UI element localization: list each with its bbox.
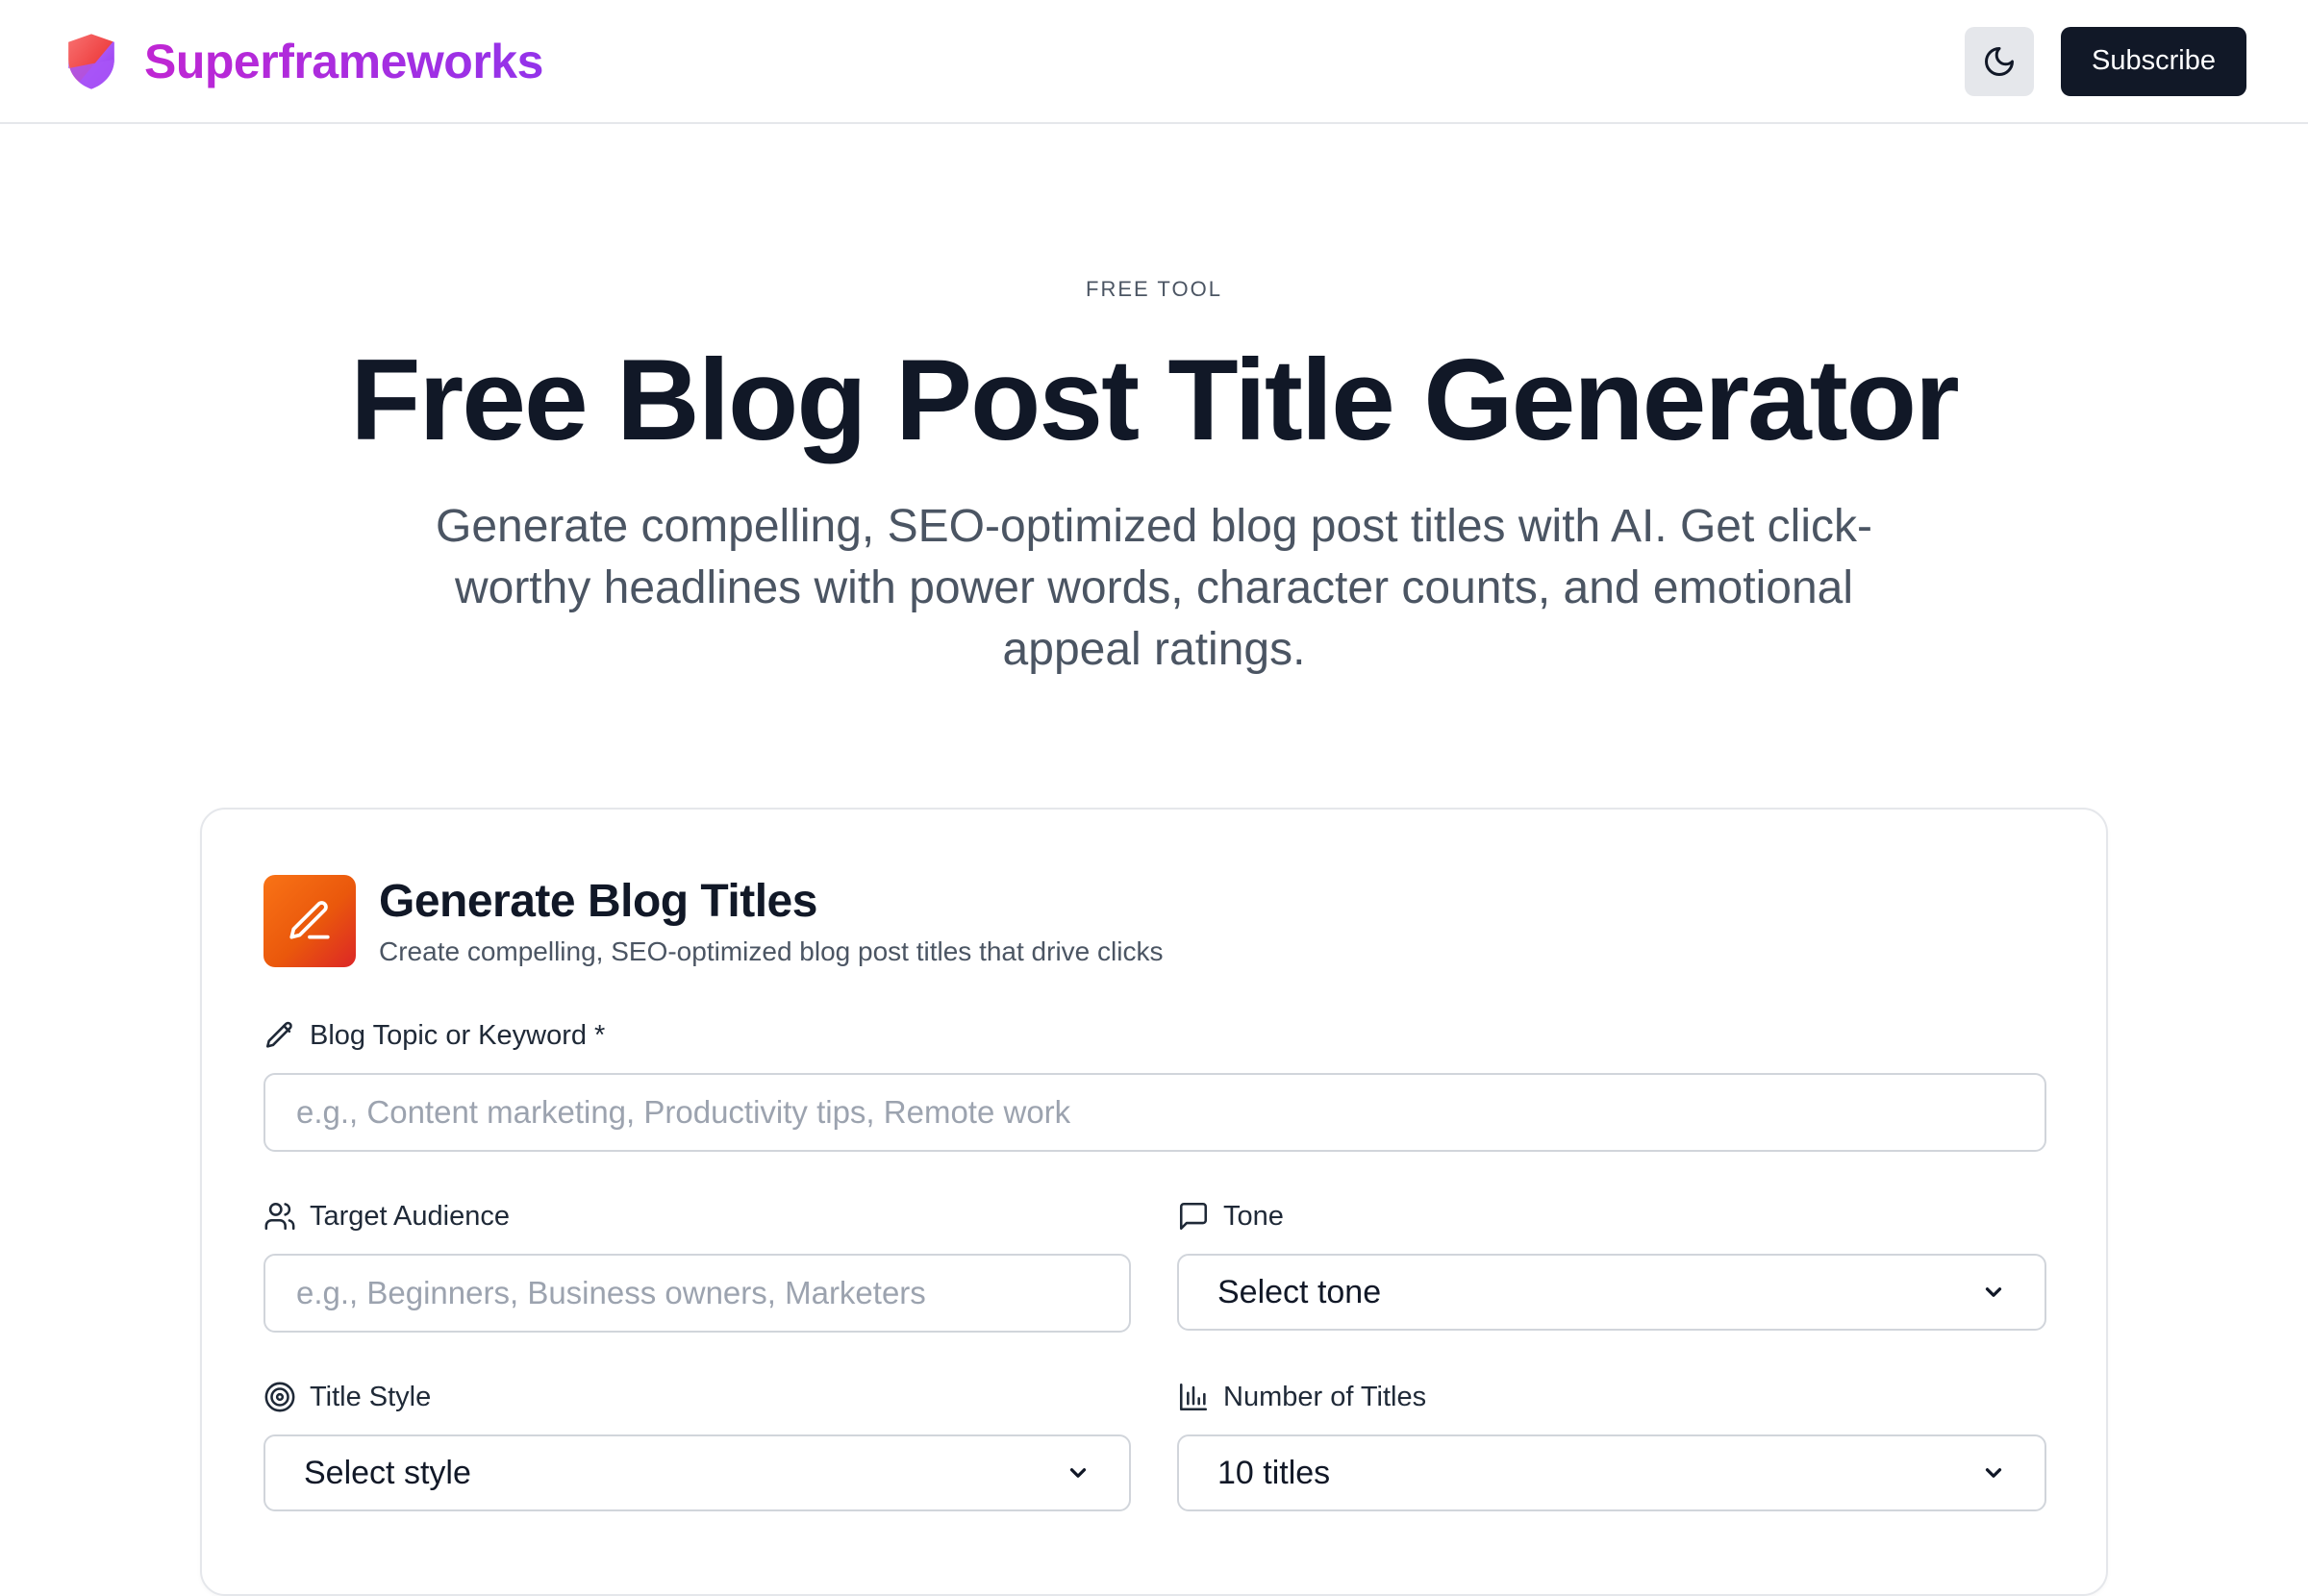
audience-label-text: Target Audience [310, 1200, 510, 1232]
count-select-value: 10 titles [1217, 1454, 1331, 1491]
tone-label: Tone [1177, 1200, 1284, 1233]
pen-icon [289, 901, 330, 939]
card-heading-group: Generate Blog Titles Create compelling, … [379, 875, 1163, 967]
count-label-text: Number of Titles [1223, 1381, 1427, 1412]
style-label: Title Style [263, 1381, 431, 1413]
brand-name: Superframeworks [144, 34, 543, 88]
header-actions: Subscribe [1965, 26, 2246, 96]
site-header: Superframeworks Subscribe [0, 0, 2308, 124]
topic-label: Blog Topic or Keyword * [263, 1019, 605, 1052]
chevron-down-icon [1985, 1287, 2002, 1297]
hero-subtitle: Generate compelling, SEO-optimized blog … [436, 501, 1872, 675]
bar-chart-icon [1179, 1383, 1208, 1411]
chevron-down-icon [1069, 1468, 1087, 1478]
moon-icon [1985, 46, 2015, 76]
generator-card: Generate Blog Titles Create compelling, … [200, 808, 2108, 1596]
users-icon [264, 1202, 295, 1231]
card-title: Generate Blog Titles [379, 876, 817, 927]
topic-input[interactable] [263, 1073, 2046, 1152]
page-title: Free Blog Post Title Generator [350, 336, 1960, 464]
count-label: Number of Titles [1177, 1381, 1426, 1413]
subscribe-button[interactable]: Subscribe [2061, 26, 2246, 96]
chevron-down-icon [1985, 1468, 2002, 1478]
style-select-value: Select style [304, 1454, 471, 1491]
card-description: Create compelling, SEO-optimized blog po… [379, 936, 1164, 966]
hero-eyebrow: FREE TOOL [1086, 277, 1222, 301]
message-square-icon [1179, 1202, 1208, 1231]
card-header: Generate Blog Titles Create compelling, … [263, 875, 1163, 967]
style-label-text: Title Style [310, 1381, 432, 1412]
count-select[interactable]: 10 titles [1177, 1434, 2046, 1511]
style-select[interactable]: Select style [263, 1434, 1131, 1511]
card-icon [263, 875, 356, 967]
tone-label-text: Tone [1223, 1200, 1284, 1232]
target-icon [264, 1382, 295, 1412]
brand[interactable]: Superframeworks [63, 32, 543, 91]
tone-select-value: Select tone [1217, 1273, 1382, 1310]
theme-toggle-button[interactable] [1965, 26, 2035, 96]
pencil-icon [265, 1021, 292, 1048]
audience-label: Target Audience [263, 1200, 510, 1233]
topic-label-text: Blog Topic or Keyword * [310, 1019, 606, 1051]
tone-select[interactable]: Select tone [1177, 1254, 2046, 1331]
shield-icon [68, 33, 114, 89]
audience-input[interactable] [263, 1254, 1131, 1333]
